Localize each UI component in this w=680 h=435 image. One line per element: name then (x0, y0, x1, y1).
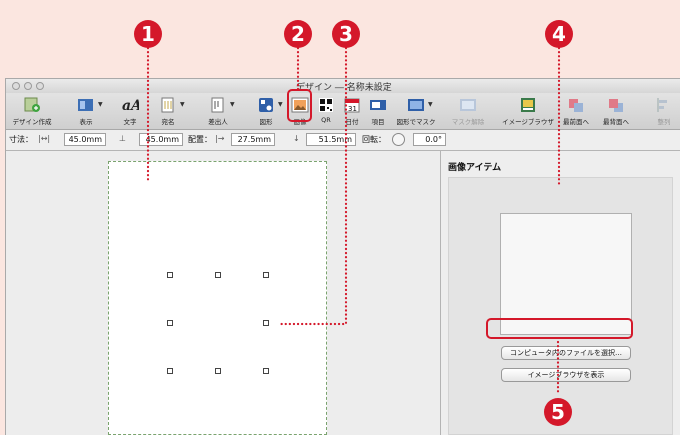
image-browser-icon (521, 98, 535, 112)
rotation-label: 回転： (362, 135, 386, 144)
toolbar-unmask[interactable]: マスク解除 (450, 95, 486, 127)
address-icon (161, 97, 174, 113)
close-window-button[interactable] (12, 82, 20, 90)
view-icon (78, 99, 93, 111)
qr-icon (319, 98, 333, 112)
sender-icon (211, 97, 224, 113)
image-button-highlight (287, 89, 312, 122)
size-label: 寸法： (9, 135, 33, 144)
resize-handle[interactable] (263, 272, 269, 278)
callout-4: 4 (545, 20, 573, 48)
toolbar-send-back[interactable]: 最背面へ (598, 95, 634, 127)
show-image-browser-button[interactable]: イメージブラウザを表示 (501, 368, 631, 382)
resize-handle[interactable] (167, 272, 173, 278)
postcard-page[interactable] (108, 161, 327, 435)
height-arrow-icon: ⊥ (119, 134, 126, 143)
chevron-down-icon: ▼ (98, 101, 103, 108)
toolbar-sender[interactable]: ▼ 差出人 (200, 95, 236, 127)
callout-1: 1 (134, 20, 162, 48)
svg-text:aA: aA (122, 98, 139, 113)
app-window: デザイン ― 名称未設定 デザイン作成 ▼ 表示 aA 文字 ▼ 宛名 ▼ 差出… (5, 78, 680, 435)
minimize-window-button[interactable] (24, 82, 32, 90)
chevron-down-icon: ▼ (230, 101, 235, 108)
toolbar-label: マスク解除 (451, 118, 485, 126)
unmask-icon (460, 99, 476, 111)
design-canvas[interactable] (6, 151, 440, 435)
mask-icon (408, 99, 424, 111)
y-arrow-icon: ↓ (293, 134, 300, 143)
position-label: 配置： (188, 135, 212, 144)
panel-title: 画像アイテム (448, 163, 502, 173)
choose-file-highlight (486, 318, 633, 339)
height-field[interactable]: 45.0mm (139, 133, 183, 146)
chevron-down-icon: ▼ (428, 101, 433, 108)
toolbar-address[interactable]: ▼ 宛名 (150, 95, 186, 127)
callout-3: 3 (332, 20, 360, 48)
chevron-down-icon: ▼ (180, 101, 185, 108)
title-bar: デザイン ― 名称未設定 (6, 79, 680, 93)
toolbar-label: 整列 (657, 118, 671, 126)
x-position-field[interactable]: 27.5mm (231, 133, 275, 146)
resize-handle[interactable] (167, 368, 173, 374)
resize-handle[interactable] (215, 368, 221, 374)
toolbar-mask-shape[interactable]: ▼ 図形でマスク (397, 95, 436, 127)
callout-2: 2 (284, 20, 312, 48)
zoom-window-button[interactable] (36, 82, 44, 90)
resize-handle[interactable] (215, 272, 221, 278)
resize-handle[interactable] (263, 320, 269, 326)
rotation-dial[interactable] (392, 133, 405, 146)
callout-5: 5 (544, 398, 572, 426)
toolbar: デザイン作成 ▼ 表示 aA 文字 ▼ 宛名 ▼ 差出人 ▼ 図形 画像 (6, 93, 680, 130)
y-position-field[interactable]: 51.5mm (306, 133, 356, 146)
align-icon (657, 98, 667, 112)
panel-inner: コンピュータ内のファイルを選択… イメージブラウザを表示 (448, 177, 673, 435)
x-arrow-icon: |→ (215, 134, 225, 143)
resize-handle[interactable] (167, 320, 173, 326)
design-create-icon (24, 97, 40, 112)
send-to-back-icon (609, 99, 623, 112)
resize-handle[interactable] (263, 368, 269, 374)
field-icon (370, 100, 386, 110)
bring-to-front-icon (569, 99, 583, 112)
text-icon: aA (122, 98, 139, 113)
toolbar-align[interactable]: 整列 (646, 95, 680, 127)
image-preview[interactable] (500, 213, 632, 335)
toolbar-image-browser[interactable]: イメージブラウザ (502, 95, 554, 127)
rotation-field[interactable]: 0.0° (413, 133, 446, 146)
calendar-icon: 31 (344, 98, 360, 113)
dimension-bar: 寸法： |↔| 45.0mm ⊥ 45.0mm 配置： |→ 27.5mm ↓ … (6, 130, 680, 151)
choose-file-button[interactable]: コンピュータ内のファイルを選択… (501, 346, 631, 360)
svg-text:31: 31 (348, 105, 357, 113)
image-item-panel: 画像アイテム コンピュータ内のファイルを選択… イメージブラウザを表示 (440, 151, 680, 435)
toolbar-design-create[interactable]: デザイン作成 (13, 95, 52, 127)
width-arrow-icon: |↔| (38, 134, 51, 143)
shape-icon (259, 98, 273, 112)
width-field[interactable]: 45.0mm (64, 133, 106, 146)
